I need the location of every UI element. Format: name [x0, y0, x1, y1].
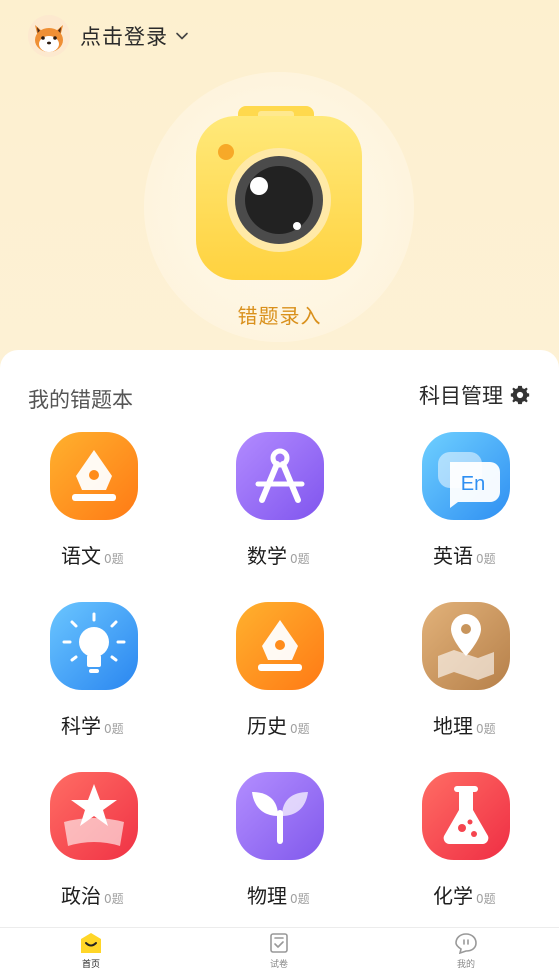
subject-name: 英语	[433, 544, 473, 568]
subject-history[interactable]: 历史 0题	[186, 600, 372, 770]
tab-home-label: 首页	[81, 960, 100, 970]
fox-avatar-icon[interactable]	[28, 15, 70, 57]
subject-count: 0题	[290, 722, 310, 736]
subject-name: 政治	[61, 884, 101, 908]
gear-icon	[510, 385, 530, 405]
lightbulb-icon	[50, 602, 138, 690]
mistake-entry-label[interactable]: 错题录入	[0, 300, 559, 329]
subject-manage-label: 科目管理	[419, 384, 503, 408]
subject-count: 0题	[476, 722, 496, 736]
pen-nib-icon	[236, 602, 324, 690]
subject-count: 0题	[290, 552, 310, 566]
subject-name: 语文	[61, 544, 101, 568]
subject-count: 0题	[104, 552, 124, 566]
tab-mine[interactable]: 我的	[436, 932, 496, 972]
english-bubble-icon: En	[422, 432, 510, 520]
login-header[interactable]: 点击登录	[28, 14, 190, 58]
home-smile-icon	[81, 933, 101, 953]
subject-name: 科学	[61, 714, 101, 738]
camera-icon[interactable]	[192, 100, 368, 286]
subject-name: 物理	[247, 884, 287, 908]
tab-mine-label: 我的	[456, 960, 475, 970]
exam-paper-icon	[270, 933, 288, 953]
tab-exam-label: 试卷	[269, 960, 288, 970]
subject-geography[interactable]: 地理 0题	[372, 600, 558, 770]
subject-name: 历史	[247, 714, 287, 738]
subject-manage-button[interactable]: 科目管理	[419, 380, 531, 410]
subject-count: 0题	[476, 552, 496, 566]
subject-name: 地理	[433, 714, 473, 738]
subject-chemistry[interactable]: 化学 0题	[372, 770, 558, 940]
svg-text:En: En	[461, 473, 485, 495]
bottom-nav: 首页 试卷 我的	[0, 927, 559, 973]
star-banner-icon	[50, 772, 138, 860]
tab-exam[interactable]: 试卷	[249, 932, 309, 972]
subject-count: 0题	[476, 892, 496, 906]
tab-home[interactable]: 首页	[61, 932, 121, 972]
subject-english[interactable]: En 英语 0题	[372, 430, 558, 600]
subject-count: 0题	[290, 892, 310, 906]
subject-politics[interactable]: 政治 0题	[0, 770, 186, 940]
login-text[interactable]: 点击登录	[80, 21, 168, 51]
flask-icon	[422, 772, 510, 860]
sprout-icon	[236, 772, 324, 860]
subject-physics[interactable]: 物理 0题	[186, 770, 372, 940]
subject-chinese[interactable]: 语文 0题	[0, 430, 186, 600]
subject-science[interactable]: 科学 0题	[0, 600, 186, 770]
subject-count: 0题	[104, 892, 124, 906]
subject-count: 0题	[104, 722, 124, 736]
subject-name: 化学	[433, 884, 473, 908]
pen-nib-icon	[50, 432, 138, 520]
map-pin-icon	[422, 602, 510, 690]
subject-name: 数学	[247, 544, 287, 568]
mistake-notebook-card: 我的错题本 科目管理 语文 0题 数学 0题 En 英语 0题 科学 0题 历史…	[0, 350, 559, 930]
compass-icon	[236, 432, 324, 520]
profile-bubble-icon	[455, 933, 477, 954]
chevron-down-icon[interactable]	[174, 28, 190, 44]
notebook-title: 我的错题本	[28, 388, 133, 412]
subject-math[interactable]: 数学 0题	[186, 430, 372, 600]
